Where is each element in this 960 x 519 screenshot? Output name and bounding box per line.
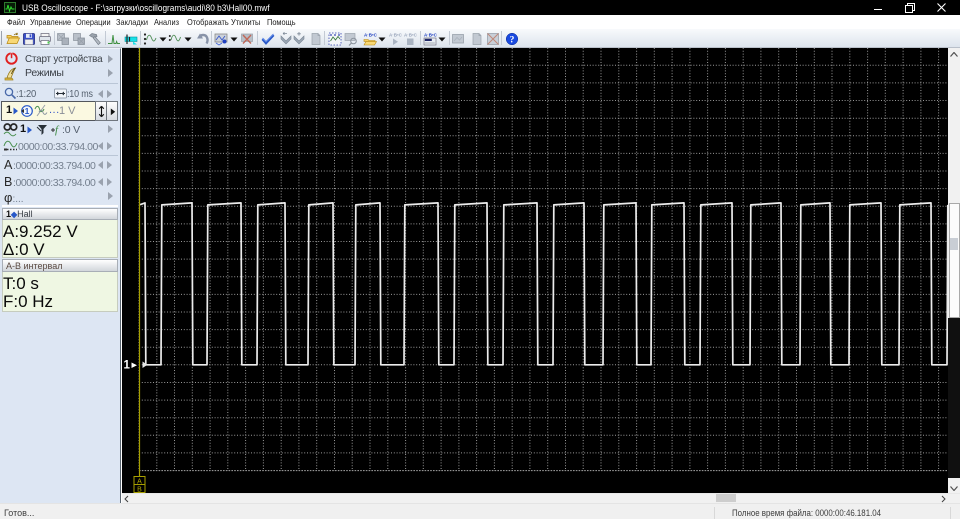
svg-text:?: ?	[510, 35, 515, 45]
svg-text:A·B•C: A·B•C	[364, 33, 377, 38]
svg-text:B: B	[137, 486, 142, 493]
svg-text:A·B•C: A·B•C	[404, 33, 417, 38]
svg-text:A·B•C: A·B•C	[389, 33, 402, 38]
svg-text:A: A	[137, 478, 142, 485]
svg-text:1: 1	[124, 360, 131, 372]
svg-text:1: 1	[25, 106, 30, 116]
svg-text:A·B•C: A·B•C	[424, 33, 437, 38]
svg-text:f: f	[55, 124, 60, 136]
